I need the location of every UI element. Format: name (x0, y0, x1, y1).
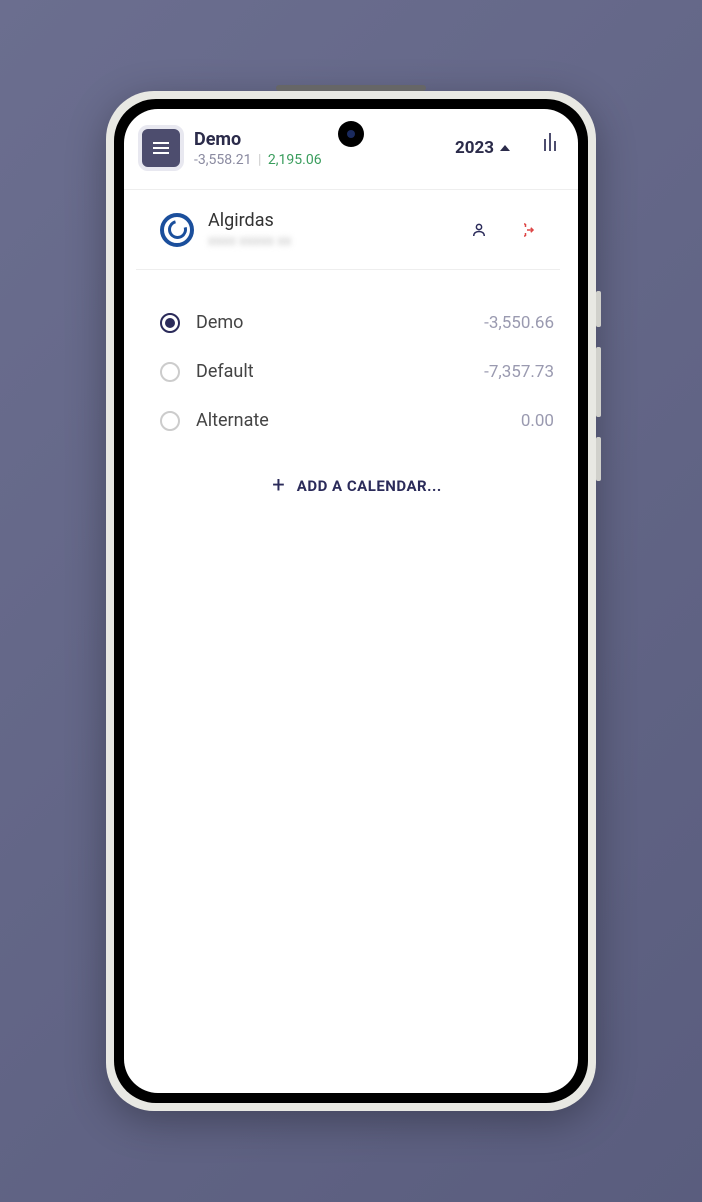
radio-selected-icon (160, 313, 180, 333)
radio-unselected-icon (160, 362, 180, 382)
balance-positive: 2,195.06 (268, 152, 322, 168)
year-dropdown[interactable]: 2023 (451, 132, 514, 164)
balance-summary: -3,558.21 | 2,195.06 (194, 152, 441, 168)
plus-icon: + (272, 473, 284, 498)
calendar-row-demo[interactable]: Demo -3,550.66 (160, 298, 554, 347)
app-screen: Demo -3,558.21 | 2,195.06 2023 (124, 109, 578, 1093)
profile-row: Algirdas xxxx xxxxx xx (136, 190, 560, 270)
account-icon[interactable] (470, 221, 488, 239)
profile-name: Algirdas (208, 210, 456, 231)
calendar-row-alternate[interactable]: Alternate 0.00 (160, 396, 554, 445)
calendar-balance: -7,357.73 (484, 362, 554, 382)
radio-unselected-icon (160, 411, 180, 431)
balance-negative: -3,558.21 (194, 152, 252, 168)
menu-button[interactable] (138, 125, 184, 171)
add-calendar-label: ADD A CALENDAR... (297, 477, 442, 495)
menu-icon (153, 142, 169, 154)
calendar-balance: -3,550.66 (484, 313, 554, 333)
add-calendar-button[interactable]: + ADD A CALENDAR... (160, 445, 554, 526)
calendar-row-default[interactable]: Default -7,357.73 (160, 347, 554, 396)
logout-icon[interactable] (518, 221, 536, 239)
calendar-name: Demo (196, 312, 468, 333)
calendar-title: Demo (194, 129, 441, 150)
calendar-name: Default (196, 361, 468, 382)
avatar-icon (160, 213, 194, 247)
bar-chart-icon (544, 139, 546, 151)
calendar-balance: 0.00 (521, 411, 554, 431)
header-info: Demo -3,558.21 | 2,195.06 (194, 129, 441, 168)
chevron-up-icon (500, 145, 510, 151)
calendar-list: Demo -3,550.66 Default -7,357.73 Alterna… (124, 270, 578, 526)
profile-info: Algirdas xxxx xxxxx xx (208, 210, 456, 249)
profile-email: xxxx xxxxx xx (208, 233, 456, 249)
calendar-name: Alternate (196, 410, 505, 431)
stats-button[interactable] (536, 137, 564, 159)
year-label: 2023 (455, 138, 494, 158)
